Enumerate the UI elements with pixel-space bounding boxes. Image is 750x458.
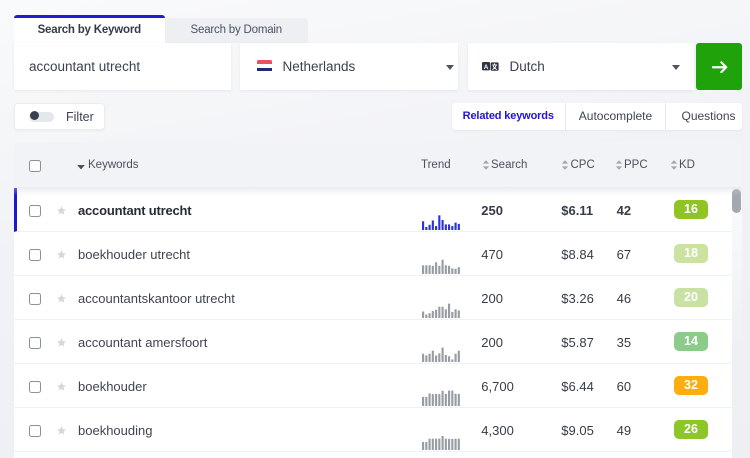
svg-text:A: A: [483, 63, 488, 70]
